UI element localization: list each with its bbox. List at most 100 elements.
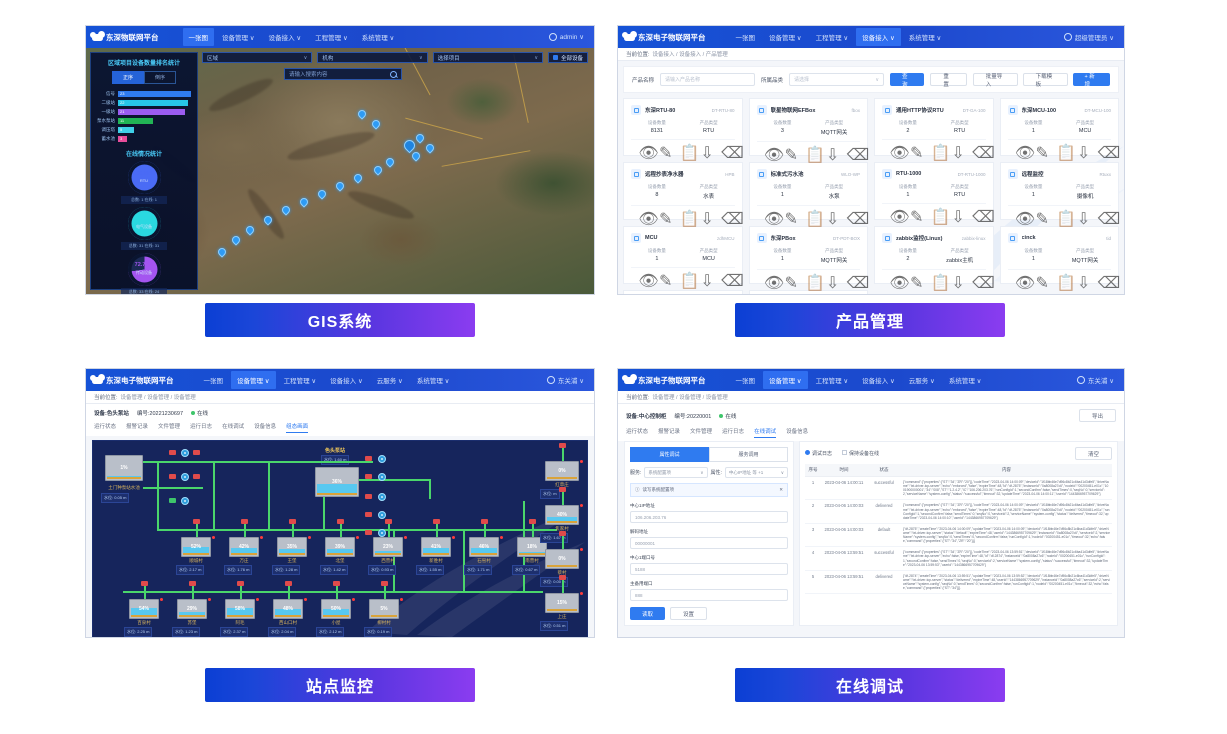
tank[interactable]: 48% [273,599,303,619]
valve[interactable] [378,529,386,537]
nav-item-overview[interactable]: 一张图 [730,371,762,389]
valve[interactable] [378,511,386,519]
map-search-input[interactable]: 请输入搜索内容 [284,68,402,80]
clear-log-button[interactable]: 清空 [1075,447,1112,460]
map-marker[interactable] [370,118,381,129]
valve[interactable] [181,473,189,481]
map-marker[interactable] [334,180,345,191]
tank[interactable]: 23% [373,537,403,557]
valve[interactable] [181,449,189,457]
delete-icon[interactable]: ⌫ [847,273,853,279]
download-icon[interactable]: ⇩ [826,145,832,151]
tank[interactable]: 58% [225,599,255,619]
copy-icon[interactable]: 📋 [1056,143,1062,149]
edit-icon[interactable]: ✎ [785,273,791,279]
nav-item-cloud-service[interactable]: 云服务 ∨ [371,371,409,389]
product-user-menu[interactable]: 超级管理员 ∨ [1064,32,1118,42]
download-icon[interactable]: ⇩ [1077,209,1083,215]
pump[interactable] [169,498,176,503]
view-icon[interactable]: 👁 [764,273,770,279]
pump[interactable] [381,581,388,586]
edit-icon[interactable]: ✎ [1036,209,1042,215]
pump[interactable] [237,581,244,586]
edit-icon[interactable]: ✎ [659,143,665,149]
filter-project[interactable]: 选择项目∨ [433,52,543,63]
copy-icon[interactable]: 📋 [931,273,937,279]
tank[interactable]: 46% [469,537,499,557]
copy-icon[interactable]: 📋 [931,143,937,149]
nav-item-device-mgmt[interactable]: 设备管理 ∨ [763,28,808,46]
field-input[interactable]: 888 [630,589,788,601]
delete-icon[interactable]: ⌫ [721,143,727,149]
pump[interactable] [559,531,566,536]
reset-button[interactable]: 重置 [930,73,966,86]
view-icon[interactable]: 👁 [889,273,895,279]
pump[interactable] [141,581,148,586]
view-icon[interactable]: 👁 [889,143,895,149]
attribute-debug-tab[interactable]: 属性调试 [630,447,709,462]
view-icon[interactable]: 👁 [638,209,644,215]
copy-icon[interactable]: 📋 [1056,273,1062,279]
add-product-button[interactable]: + 新增 [1073,73,1111,86]
tank[interactable]: 29% [177,599,207,619]
nav-item-project-mgmt[interactable]: 工程管理 ∨ [309,28,354,46]
search-icon[interactable] [390,71,397,78]
gis-user-menu[interactable]: admin ∨ [549,33,588,41]
pump[interactable] [285,581,292,586]
tab-item[interactable]: 运行状态 [626,427,648,438]
delete-icon[interactable]: ⌫ [1098,143,1104,149]
product-card[interactable]: 标准式污水池WLO-WP设备数量1产品类型水泵👁✎📋⇩⌫ [749,162,869,220]
nav-item-system-mgmt[interactable]: 系统管理 ∨ [903,28,948,46]
nav-item-device-mgmt[interactable]: 设备管理 ∨ [231,371,276,389]
scada-diagram[interactable]: 1% 土门种泵站水池 水位: 0.05 m 色头泵站 水位: 1.60 m 36… [92,440,588,638]
category-select[interactable]: 请选择∨ [789,73,884,86]
pump[interactable] [193,450,200,455]
pump[interactable] [529,519,536,524]
pump[interactable] [193,519,200,524]
debug-user-menu[interactable]: 东关浦 ∨ [1077,375,1118,385]
tank[interactable]: 54% [129,599,159,619]
copy-icon[interactable]: 📋 [680,143,686,149]
nav-item-overview[interactable]: 一张图 [183,28,215,46]
tab-item[interactable]: 运行状态 [94,422,116,433]
nav-item-project-mgmt[interactable]: 工程管理 ∨ [810,28,855,46]
edit-icon[interactable]: ✎ [910,273,916,279]
pump[interactable] [289,519,296,524]
map-marker[interactable] [316,188,327,199]
tab-item[interactable]: 设备信息 [254,422,276,433]
export-button[interactable]: 导出 [1079,409,1116,422]
copy-icon[interactable]: 📋 [680,209,686,215]
tab-item[interactable]: 报警记录 [658,427,680,438]
product-card[interactable]: 联星物联网EFBoxfbox设备数量3产品类型MQTT网关👁✎📋⇩⌫ [749,98,869,156]
product-card[interactable]: 远程监控Rtuxx设备数量1产品类型摄像机👁✎📋⇩⌫ [1000,162,1120,220]
nav-item-overview[interactable]: 一张图 [198,371,230,389]
pump[interactable] [365,474,372,479]
edit-icon[interactable]: ✎ [910,143,916,149]
view-icon[interactable]: 👁 [1015,273,1021,279]
tank[interactable]: 50% [321,599,351,619]
product-card[interactable]: 东深PBoxDT-PDT-BOX设备数量1产品类型MQTT网关👁✎📋⇩⌫ [749,226,869,284]
nav-item-device-access[interactable]: 设备接入 ∨ [263,28,308,46]
map-marker[interactable] [244,224,255,235]
view-icon[interactable]: 👁 [638,143,644,149]
pump[interactable] [169,474,176,479]
service-call-tab[interactable]: 服务调用 [709,447,788,462]
product-name-input[interactable]: 请输入产品名称 [660,73,755,86]
map-marker[interactable] [230,234,241,245]
download-icon[interactable]: ⇩ [700,209,706,215]
product-card[interactable]: MCUzdhMCU设备数量1产品类型MCU👁✎📋⇩⌫ [623,226,743,284]
copy-icon[interactable]: 📋 [805,273,811,279]
pump[interactable] [481,519,488,524]
download-icon[interactable]: ⇩ [951,273,957,279]
delete-icon[interactable]: ⌫ [847,209,853,215]
nav-item-system-mgmt[interactable]: 系统管理 ∨ [411,371,456,389]
delete-icon[interactable]: ⌫ [972,143,978,149]
delete-icon[interactable]: ⌫ [721,271,727,277]
tank[interactable]: 41% [421,537,451,557]
tank[interactable]: 52% [181,537,211,557]
pump[interactable] [241,519,248,524]
edit-icon[interactable]: ✎ [659,209,665,215]
pump[interactable] [385,519,392,524]
delete-icon[interactable]: ⌫ [1098,209,1104,215]
delete-icon[interactable]: ⌫ [1098,273,1104,279]
